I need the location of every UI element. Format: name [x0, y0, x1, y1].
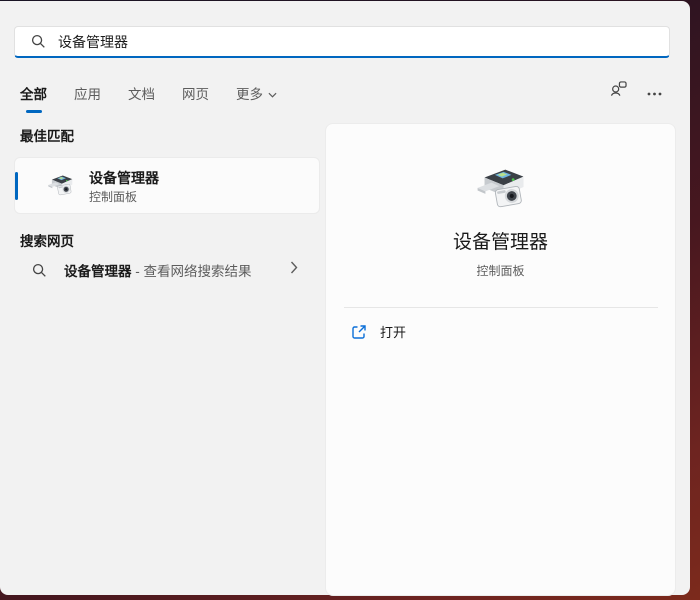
preview-divider	[344, 307, 658, 308]
account-icon[interactable]	[610, 81, 627, 102]
best-match-title: 设备管理器	[89, 168, 159, 188]
best-match-heading: 最佳匹配	[20, 125, 74, 145]
web-search-heading: 搜索网页	[20, 230, 74, 250]
tab-all[interactable]: 全部	[20, 83, 47, 103]
web-search-text: 设备管理器 - 查看网络搜索结果	[64, 260, 252, 280]
search-flyout-panel: 全部 应用 文档 网页 更多 最佳匹配	[0, 1, 690, 595]
selection-accent-bar	[15, 172, 18, 200]
open-action[interactable]: 打开	[351, 322, 675, 341]
web-search-suffix: - 查看网络搜索结果	[132, 264, 252, 279]
device-manager-icon	[46, 171, 75, 200]
more-options-icon[interactable]	[647, 83, 662, 101]
preview-subtitle: 控制面板	[326, 262, 675, 279]
search-input[interactable]	[58, 34, 657, 50]
search-icon	[31, 34, 46, 49]
web-search-query: 设备管理器	[64, 264, 132, 279]
best-match-subtitle: 控制面板	[89, 188, 137, 205]
tab-more[interactable]: 更多	[236, 83, 277, 103]
tab-apps[interactable]: 应用	[74, 83, 101, 103]
search-icon	[32, 263, 47, 278]
chevron-down-icon	[268, 86, 277, 101]
open-action-label: 打开	[380, 322, 406, 341]
device-manager-icon-large	[473, 161, 529, 213]
best-match-result[interactable]: 设备管理器 控制面板	[14, 157, 320, 214]
preview-title: 设备管理器	[326, 227, 675, 254]
search-box[interactable]	[14, 26, 670, 58]
chevron-right-icon[interactable]	[290, 261, 298, 274]
tab-documents[interactable]: 文档	[128, 83, 155, 103]
web-search-result[interactable]: 设备管理器 - 查看网络搜索结果	[14, 252, 320, 288]
tab-web[interactable]: 网页	[182, 83, 209, 103]
open-external-icon	[351, 324, 367, 340]
header-icon-group	[610, 81, 662, 102]
result-preview-card: 设备管理器 控制面板 打开	[325, 123, 676, 596]
tab-more-label: 更多	[236, 83, 263, 103]
search-filter-tabs: 全部 应用 文档 网页 更多	[20, 83, 277, 103]
